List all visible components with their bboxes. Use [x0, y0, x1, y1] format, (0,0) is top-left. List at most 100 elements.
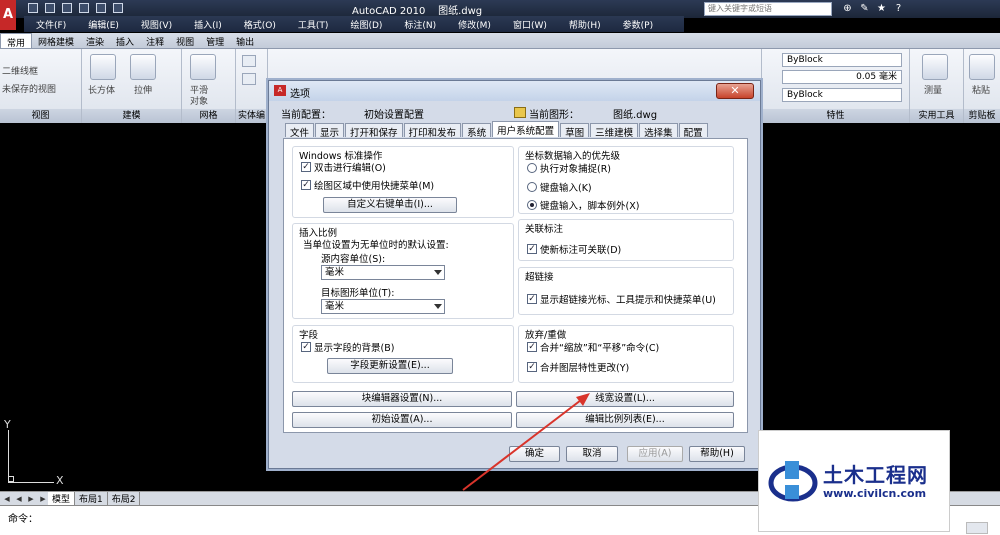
field-background-checkbox[interactable]: ✓ 显示字段的背景(B) [301, 340, 394, 354]
ucs-y-label: Y [4, 418, 11, 431]
radio-label: 执行对象捕捉(R) [540, 164, 612, 175]
ribbon-tab[interactable]: 常用 [0, 33, 33, 49]
solid-union-icon[interactable] [242, 55, 256, 67]
menu-item[interactable]: 窗口(W) [501, 16, 557, 32]
field-update-settings-button[interactable]: 字段更新设置(E)... [327, 358, 453, 374]
measure-label: 测量 [924, 86, 943, 96]
menu-item[interactable]: 标注(N) [392, 16, 446, 32]
group-label: 视图 [0, 109, 81, 123]
shortcut-menu-checkbox[interactable]: ✓ 绘图区域中使用快捷菜单(M) [301, 178, 434, 192]
wrench-icon[interactable]: ✎ [859, 3, 870, 14]
binoculars-icon[interactable]: ⊕ [842, 3, 853, 14]
target-units-select[interactable]: 毫米 [321, 299, 445, 314]
star-icon[interactable]: ★ [876, 3, 887, 14]
first-tab-icon[interactable]: ◀ [2, 494, 12, 504]
associative-dim-checkbox[interactable]: ✓ 使新标注可关联(D) [527, 242, 621, 256]
measure-icon[interactable] [922, 54, 948, 80]
plot-icon[interactable] [113, 3, 123, 13]
ribbon-tab[interactable]: 管理 [200, 33, 230, 48]
paste-icon[interactable] [969, 54, 995, 80]
menu-item[interactable]: 插入(I) [182, 16, 232, 32]
autocad-window: AutoCAD 2010 图纸.dwg 键入关键字或短语 ⊕ ✎ ★ ? A 文… [0, 0, 1000, 535]
check-icon: ✓ [301, 342, 311, 352]
radio-keyboard-except-scripts[interactable]: 键盘输入，脚本例外(X) [527, 198, 639, 212]
apply-button[interactable]: 应用(A) [627, 446, 683, 462]
radio-keyboard-entry[interactable]: 键盘输入(K) [527, 180, 592, 194]
radio-running-osnap[interactable]: 执行对象捕捉(R) [527, 161, 611, 175]
ribbon-tab[interactable]: 视图 [170, 33, 200, 48]
cancel-button[interactable]: 取消 [566, 446, 618, 462]
dialog-tab[interactable]: 三维建模 [590, 123, 639, 139]
double-click-edit-checkbox[interactable]: ✓ 双击进行编辑(O) [301, 160, 386, 174]
open-file-icon[interactable] [45, 3, 55, 13]
dialog-tab[interactable]: 打开和保存 [345, 123, 403, 139]
group-label: 建模 [82, 109, 181, 123]
undo-icon[interactable] [79, 3, 89, 13]
app-menu-button[interactable]: A [0, 0, 16, 30]
dialog-tab[interactable]: 系统 [462, 123, 492, 139]
menu-item[interactable]: 帮助(H) [557, 16, 611, 32]
source-units-select[interactable]: 毫米 [321, 265, 445, 280]
current-drawing-label: 当前图形： [529, 110, 579, 121]
ribbon-tab[interactable]: 注释 [140, 33, 170, 48]
block-editor-settings-button[interactable]: 块编辑器设置(N)... [292, 391, 512, 407]
search-input[interactable]: 键入关键字或短语 [704, 2, 832, 16]
tab-layout1[interactable]: 布局1 [75, 492, 108, 505]
prev-tab-icon[interactable]: ◀ [14, 494, 24, 504]
ribbon-tab[interactable]: 插入 [110, 33, 140, 48]
ribbon-tab[interactable]: 渲染 [80, 33, 110, 48]
box-icon[interactable] [90, 54, 116, 80]
close-button[interactable]: ✕ [716, 83, 754, 99]
solid-subtract-icon[interactable] [242, 73, 256, 85]
options-dialog: A 选项 ✕ 当前配置： 初始设置配置 当前图形： 图纸.dwg 文件 显示 打开和… [268, 80, 761, 469]
dialog-tab[interactable]: 选择集 [639, 123, 678, 139]
menu-item[interactable]: 文件(F) [24, 16, 76, 32]
tab-layout2[interactable]: 布局2 [108, 492, 141, 505]
hyperlink-checkbox[interactable]: ✓ 显示超链接光标、工具提示和快捷菜单(U) [527, 292, 716, 306]
menu-item[interactable]: 参数(P) [611, 16, 663, 32]
help-icon[interactable]: ? [893, 3, 904, 14]
combine-layer-changes-checkbox[interactable]: ✓ 合并图层特性更改(Y) [527, 360, 629, 374]
save-icon[interactable] [62, 3, 72, 13]
menu-item[interactable]: 视图(V) [129, 16, 182, 32]
visual-style-select[interactable]: 二维线框 [2, 64, 38, 77]
dialog-tab[interactable]: 用户系统配置 [492, 121, 560, 137]
tab-model[interactable]: 模型 [48, 492, 76, 505]
menu-item[interactable]: 修改(M) [446, 16, 501, 32]
dialog-tab[interactable]: 显示 [315, 123, 345, 139]
lineweight-select[interactable]: 0.05 毫米 [782, 70, 902, 84]
dialog-tab[interactable]: 草图 [560, 123, 590, 139]
command-scrollbar[interactable] [966, 522, 988, 534]
redo-icon[interactable] [96, 3, 106, 13]
dialog-tab[interactable]: 文件 [285, 123, 315, 139]
saved-view-select[interactable]: 未保存的视图 [2, 82, 56, 95]
next-tab-icon[interactable]: ▶ [26, 494, 36, 504]
menu-item[interactable]: 编辑(E) [76, 16, 129, 32]
edit-scale-list-button[interactable]: 编辑比例列表(E)... [516, 412, 734, 428]
ok-button[interactable]: 确定 [509, 446, 560, 462]
dialog-title: 选项 [290, 89, 310, 100]
ribbon-group-modeling: 长方体 拉伸 建模 [82, 49, 182, 123]
current-profile-value: 初始设置配置 [364, 110, 424, 121]
combine-zoom-pan-checkbox[interactable]: ✓ 合并“缩放”和“平移”命令(C) [527, 340, 659, 354]
initial-setup-button[interactable]: 初始设置(A)... [292, 412, 512, 428]
ribbon-tab[interactable]: 网格建模 [32, 33, 80, 48]
last-tab-icon[interactable]: ▶ [38, 494, 48, 504]
dialog-tab[interactable]: 配置 [678, 123, 708, 139]
command-prompt: 命令： [8, 514, 38, 525]
ribbon-tab[interactable]: 输出 [230, 33, 260, 48]
color-select[interactable]: ByBlock [782, 53, 902, 67]
smooth-object-icon[interactable] [190, 54, 216, 80]
custom-right-click-button[interactable]: 自定义右键单击(I)... [323, 197, 457, 213]
plotstyle-select[interactable]: ByBlock [782, 88, 902, 102]
lineweight-settings-button[interactable]: 线宽设置(L)... [516, 391, 734, 407]
menu-item[interactable]: 绘图(D) [338, 16, 392, 32]
menu-item[interactable]: 工具(T) [286, 16, 339, 32]
select-value: 毫米 [325, 267, 345, 278]
chevron-down-icon [434, 304, 442, 309]
dialog-tab[interactable]: 打印和发布 [403, 123, 462, 139]
menu-item[interactable]: 格式(O) [232, 16, 286, 32]
extrude-icon[interactable] [130, 54, 156, 80]
new-file-icon[interactable] [28, 3, 38, 13]
help-button[interactable]: 帮助(H) [689, 446, 745, 462]
